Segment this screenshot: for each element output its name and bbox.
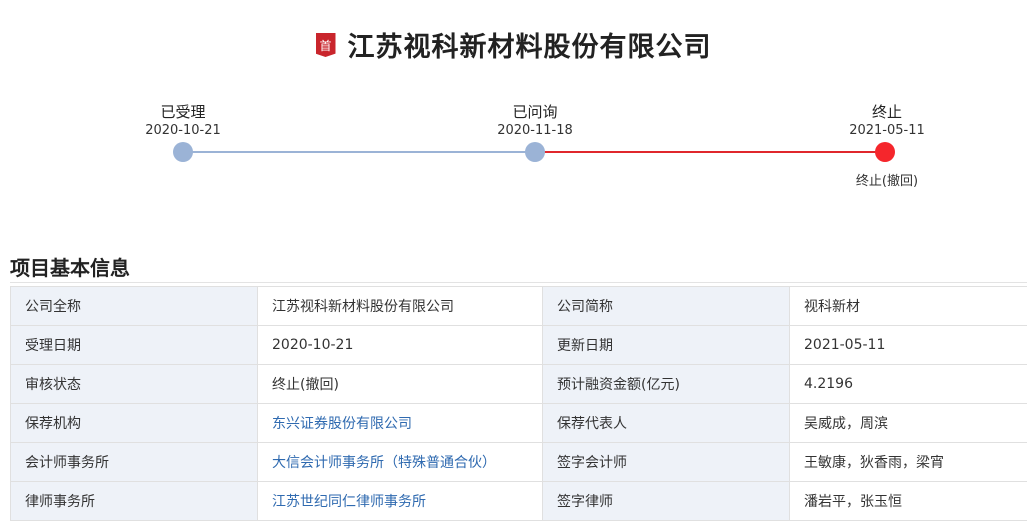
- page-title: 江苏视科新材料股份有限公司: [348, 25, 712, 64]
- info-key-law-firm: 律师事务所: [11, 482, 258, 521]
- info-key-accept-date: 受理日期: [11, 326, 258, 365]
- info-value-short-name: 视科新材: [790, 287, 1027, 326]
- info-key-full-name: 公司全称: [11, 287, 258, 326]
- info-value-sponsor-link[interactable]: 东兴证券股份有限公司: [258, 404, 543, 443]
- timeline-step-inquired-label: 已问询: [465, 101, 605, 122]
- table-row: 会计师事务所 大信会计师事务所（特殊普通合伙） 签字会计师 王敏康，狄香雨，梁宵: [11, 443, 1027, 482]
- timeline-step-terminated-note: 终止(撤回): [817, 170, 957, 189]
- timeline-step-terminated-dot: [875, 142, 895, 162]
- info-key-sponsor-reps: 保荐代表人: [543, 404, 790, 443]
- table-row: 律师事务所 江苏世纪同仁律师事务所 签字律师 潘岩平，张玉恒: [11, 482, 1027, 521]
- info-value-law-firm-link[interactable]: 江苏世纪同仁律师事务所: [258, 482, 543, 521]
- page-header: 首 江苏视科新材料股份有限公司: [0, 24, 1027, 64]
- timeline-step-terminated-label: 终止: [817, 101, 957, 122]
- info-key-sponsor: 保荐机构: [11, 404, 258, 443]
- timeline-step-accepted-dot: [173, 142, 193, 162]
- info-key-signing-accountants: 签字会计师: [543, 443, 790, 482]
- section-divider: [10, 282, 1027, 283]
- timeline-step-inquired-date: 2020-11-18: [465, 123, 605, 138]
- info-key-short-name: 公司简称: [543, 287, 790, 326]
- timeline-step-accepted-label: 已受理: [113, 101, 253, 122]
- timeline-step-terminated-date: 2021-05-11: [817, 123, 957, 138]
- info-value-review-status: 终止(撤回): [258, 365, 543, 404]
- info-value-update-date: 2021-05-11: [790, 326, 1027, 365]
- table-row: 公司全称 江苏视科新材料股份有限公司 公司简称 视科新材: [11, 287, 1027, 326]
- info-key-signing-lawyers: 签字律师: [543, 482, 790, 521]
- table-row: 保荐机构 东兴证券股份有限公司 保荐代表人 吴威成，周滨: [11, 404, 1027, 443]
- info-value-accounting-firm-link[interactable]: 大信会计师事务所（特殊普通合伙）: [258, 443, 543, 482]
- info-key-accounting-firm: 会计师事务所: [11, 443, 258, 482]
- info-key-review-status: 审核状态: [11, 365, 258, 404]
- info-value-full-name: 江苏视科新材料股份有限公司: [258, 287, 543, 326]
- info-value-financing-amount: 4.2196: [790, 365, 1027, 404]
- info-key-financing-amount: 预计融资金额(亿元): [543, 365, 790, 404]
- project-info-table: 公司全称 江苏视科新材料股份有限公司 公司简称 视科新材 受理日期 2020-1…: [10, 286, 1027, 521]
- info-value-signing-lawyers: 潘岩平，张玉恒: [790, 482, 1027, 521]
- info-value-signing-accountants: 王敏康，狄香雨，梁宵: [790, 443, 1027, 482]
- info-value-accept-date: 2020-10-21: [258, 326, 543, 365]
- first-listing-badge: 首: [316, 33, 336, 57]
- info-value-sponsor-reps: 吴威成，周滨: [790, 404, 1027, 443]
- timeline-step-accepted-date: 2020-10-21: [113, 123, 253, 138]
- review-progress-timeline: 已受理 2020-10-21 已问询 2020-11-18 终止 2021-05…: [0, 96, 1027, 196]
- timeline-segment-current: [535, 151, 885, 153]
- table-row: 受理日期 2020-10-21 更新日期 2021-05-11: [11, 326, 1027, 365]
- timeline-segment-completed: [183, 151, 535, 153]
- timeline-step-inquired-dot: [525, 142, 545, 162]
- info-key-update-date: 更新日期: [543, 326, 790, 365]
- table-row: 审核状态 终止(撤回) 预计融资金额(亿元) 4.2196: [11, 365, 1027, 404]
- section-title: 项目基本信息: [10, 252, 130, 281]
